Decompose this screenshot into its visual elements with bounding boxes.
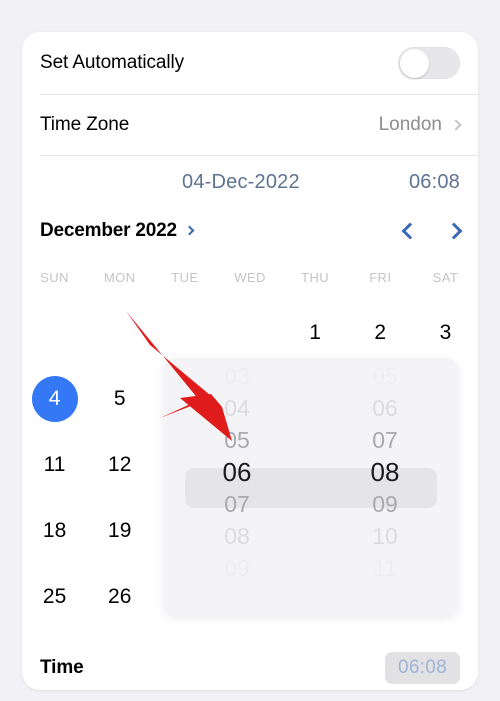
day-cell-4[interactable]: 4 [22,366,87,432]
day-cell-19[interactable]: 19 [87,498,152,564]
row-time[interactable]: Time 06:08 [22,645,478,690]
weekday-fri: FRI [369,270,392,285]
day-cell-empty [22,300,87,366]
time-picker-panel[interactable]: 03 04 05 06 07 08 09 05 06 07 08 09 10 11 [163,358,459,617]
day-cell-2[interactable]: 2 [348,300,413,366]
day-cell-12[interactable]: 12 [87,432,152,498]
day-cell-1[interactable]: 1 [283,300,348,366]
weekday-wed: WED [234,270,266,285]
row-time-zone[interactable]: Time Zone London [22,95,478,155]
chevron-right-icon[interactable] [184,225,195,236]
day-cell-empty [87,300,152,366]
minute-wheel[interactable]: 05 06 07 08 09 10 11 [311,358,459,617]
hour-option-03[interactable]: 03 [163,360,311,392]
hour-option-07[interactable]: 07 [163,488,311,520]
minute-option-10[interactable]: 10 [311,520,459,552]
weekday-sun: SUN [40,270,69,285]
hour-option-05[interactable]: 05 [163,424,311,456]
hour-wheel[interactable]: 03 04 05 06 07 08 09 [163,358,311,617]
row-right-tz: London [378,114,462,136]
summary-time-value[interactable]: 06:08 [409,171,460,194]
weekday-thu: THU [301,270,330,285]
row-set-automatically[interactable]: Set Automatically [22,32,478,94]
summary-date-value[interactable]: 04-Dec-2022 [182,171,300,194]
time-zone-label: Time Zone [40,114,130,135]
month-label[interactable]: December 2022 [40,220,177,242]
minute-option-07[interactable]: 07 [311,424,459,456]
screen: Set Automatically Time Zone London 04-De… [0,0,500,701]
hour-option-04[interactable]: 04 [163,392,311,424]
chevron-left-icon[interactable] [401,222,419,240]
minute-option-05[interactable]: 05 [311,360,459,392]
set-automatically-toggle[interactable] [398,47,460,79]
weekday-sat: SAT [432,270,459,285]
calendar-month-header: December 2022 [22,210,478,252]
day-cell-18[interactable]: 18 [22,498,87,564]
chevron-right-icon[interactable] [445,222,463,240]
settings-card: Set Automatically Time Zone London 04-De… [22,32,478,690]
hour-option-08[interactable]: 08 [163,520,311,552]
day-cell-26[interactable]: 26 [87,564,152,630]
minute-option-06[interactable]: 06 [311,392,459,424]
day-cell-25[interactable]: 25 [22,564,87,630]
row-right-auto [398,47,460,79]
day-cell-empty [217,300,282,366]
day-cell-5[interactable]: 5 [87,366,152,432]
day-cell-3[interactable]: 3 [413,300,478,366]
weekday-mon: MON [103,270,136,285]
weekday-tue: TUE [171,270,199,285]
month-nav [401,222,463,240]
toggle-knob [399,48,429,78]
hour-option-06[interactable]: 06 [163,456,311,488]
hour-option-09[interactable]: 09 [163,552,311,584]
minute-option-08[interactable]: 08 [311,456,459,488]
chevron-right-icon [450,119,462,131]
date-time-summary: 04-Dec-2022 06:08 [22,162,478,202]
divider [40,155,478,156]
minute-option-11[interactable]: 11 [311,552,459,584]
time-value-pill[interactable]: 06:08 [384,652,460,684]
selected-day-marker: 4 [31,376,78,422]
weekday-header-row: SUN MON TUE WED THU FRI SAT [22,270,478,296]
picker-wheels: 03 04 05 06 07 08 09 05 06 07 08 09 10 11 [163,358,459,617]
day-cell-11[interactable]: 11 [22,432,87,498]
day-cell-empty [152,300,217,366]
time-zone-value: London [378,114,442,135]
minute-option-09[interactable]: 09 [311,488,459,520]
time-label: Time [40,657,84,678]
set-automatically-label: Set Automatically [40,52,185,73]
